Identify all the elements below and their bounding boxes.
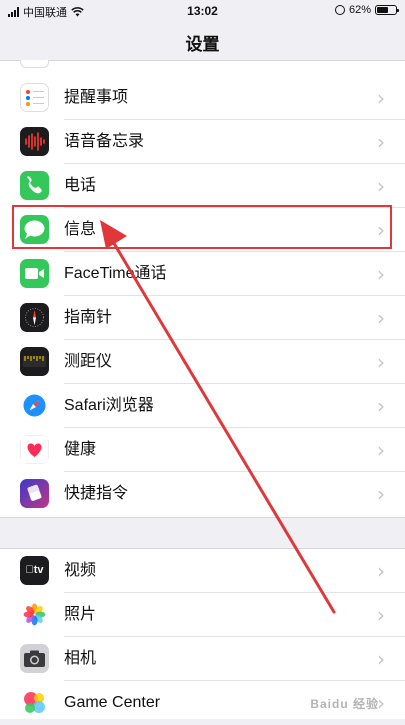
settings-row-label: Game Center xyxy=(64,694,161,711)
chevron-right-icon: › xyxy=(377,218,385,242)
chevron-right-icon: › xyxy=(377,306,385,330)
orientation-lock-icon xyxy=(334,5,345,15)
status-bar: 中国联通 13:02 62% xyxy=(0,0,405,22)
settings-row-label: 测距仪 xyxy=(64,353,113,370)
battery-level xyxy=(377,7,388,13)
shortcuts-icon xyxy=(20,479,49,508)
settings-row-messages[interactable]: 信息 › xyxy=(0,208,405,252)
chevron-right-icon: › xyxy=(377,647,385,671)
chevron-right-icon: › xyxy=(377,394,385,418)
settings-row-compass[interactable]: 指南针 › xyxy=(0,296,405,340)
settings-row-facetime[interactable]: FaceTime通话 › xyxy=(0,252,405,296)
settings-row-label: 信息 xyxy=(64,221,97,238)
status-right: 62% xyxy=(334,4,399,16)
chevron-right-icon: › xyxy=(377,603,385,627)
settings-row-label: Safari浏览器 xyxy=(64,397,154,414)
camera-icon xyxy=(20,644,49,673)
chevron-right-icon: › xyxy=(377,350,385,374)
chevron-right-icon: › xyxy=(377,174,385,198)
settings-row-measure[interactable]: 测距仪 › xyxy=(0,340,405,384)
settings-row-label: 相机 xyxy=(64,650,97,667)
settings-row-label: 健康 xyxy=(64,441,97,458)
chevron-right-icon: › xyxy=(377,86,385,110)
chevron-right-icon: › xyxy=(377,262,385,286)
settings-row-label: 提醒事项 xyxy=(64,89,129,106)
settings-row-health[interactable]: 健康 › xyxy=(0,428,405,472)
chevron-right-icon: › xyxy=(377,559,385,583)
settings-row-label: 视频 xyxy=(64,562,97,579)
facetime-icon xyxy=(20,259,49,288)
health-icon xyxy=(20,435,49,464)
settings-row-phone[interactable]: 电话 › xyxy=(0,164,405,208)
watermark: Baidu 经验 xyxy=(310,697,379,711)
compass-icon xyxy=(20,303,49,332)
settings-row-tv[interactable]: tv 视频 › xyxy=(0,549,405,593)
tv-icon: tv xyxy=(20,556,49,585)
photos-icon xyxy=(20,600,49,629)
settings-row-label: FaceTime通话 xyxy=(64,265,167,282)
settings-row-voice-memos[interactable]: 语音备忘录 › xyxy=(0,120,405,164)
messages-icon xyxy=(20,215,49,244)
phone-icon xyxy=(20,171,49,200)
safari-icon xyxy=(20,391,49,420)
settings-row-label: 电话 xyxy=(64,177,97,194)
settings-row-label: 指南针 xyxy=(64,309,113,326)
reminders-icon xyxy=(20,83,49,112)
settings-row-label: 照片 xyxy=(64,606,97,623)
chevron-right-icon: › xyxy=(377,438,385,462)
settings-row-reminders[interactable]: 提醒事项 › xyxy=(0,76,405,120)
measure-icon xyxy=(20,347,49,376)
tv-icon-text: tv xyxy=(29,564,44,576)
chevron-right-icon: › xyxy=(377,130,385,154)
settings-row-label: 快捷指令 xyxy=(64,485,129,502)
settings-row-photos[interactable]: 照片 › xyxy=(0,593,405,637)
settings-row-safari[interactable]: Safari浏览器 › xyxy=(0,384,405,428)
battery-percent: 62% xyxy=(348,4,371,16)
partial-row-icon xyxy=(20,60,49,68)
chevron-right-icon: › xyxy=(377,482,385,506)
page-title: 设置 xyxy=(185,35,220,54)
settings-row-label: 语音备忘录 xyxy=(64,133,145,150)
voice-memos-icon xyxy=(20,127,49,156)
game-center-icon xyxy=(20,688,49,717)
settings-row-camera[interactable]: 相机 › xyxy=(0,637,405,681)
settings-row-shortcuts[interactable]: 快捷指令 › xyxy=(0,472,405,516)
battery-icon xyxy=(375,5,399,15)
